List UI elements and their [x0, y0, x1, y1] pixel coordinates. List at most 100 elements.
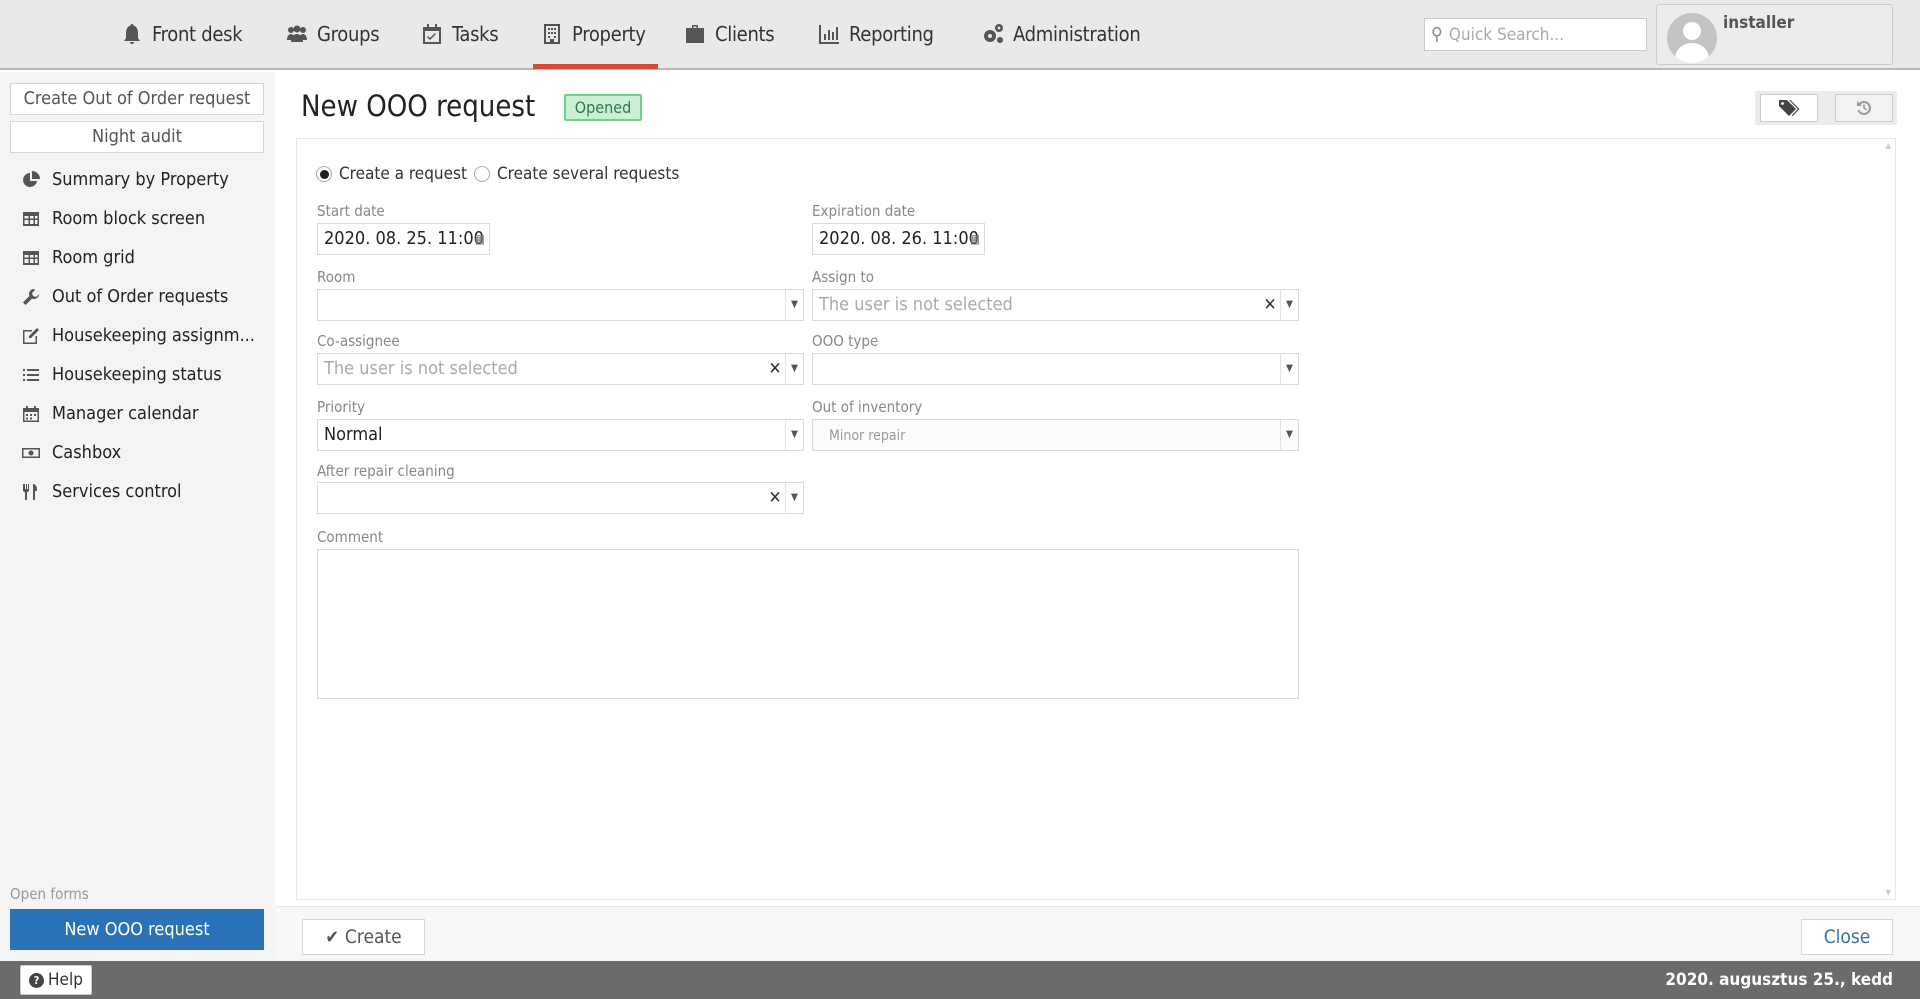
sidebar: Create Out of Order request Night audit … [0, 72, 275, 961]
radio-unchecked [474, 166, 490, 182]
edit-icon [23, 327, 39, 344]
tags-icon [1779, 100, 1800, 116]
calendar-check-icon [423, 24, 441, 44]
clear-icon[interactable]: ✕ [766, 483, 784, 513]
sidebar-item-cashbox[interactable]: Cashbox [22, 442, 121, 463]
history-icon [1857, 100, 1872, 115]
chevron-down-icon[interactable]: ▼ [785, 290, 803, 320]
table-icon [23, 250, 39, 265]
co-assignee-select[interactable]: The user is not selected ✕ ▼ [317, 353, 804, 385]
clear-icon[interactable]: ✕ [1261, 290, 1279, 320]
help-button[interactable]: ? Help [20, 965, 92, 995]
calendar-icon[interactable]: ▦ [475, 224, 485, 254]
close-button[interactable]: Close [1801, 919, 1893, 955]
create-button[interactable]: ✔ Create [302, 919, 425, 955]
search-placeholder: Quick Search... [1448, 24, 1565, 45]
room-select[interactable]: ▼ [317, 289, 804, 321]
sidebar-item-label: Housekeeping status [52, 364, 222, 385]
gears-icon [984, 24, 1003, 43]
after-repair-cleaning-select[interactable]: ✕ ▼ [317, 482, 804, 514]
header-toolbar [1755, 91, 1897, 125]
nav-reporting[interactable]: Reporting [817, 16, 934, 52]
nav-property[interactable]: Property [540, 16, 646, 52]
scroll-down-arrow[interactable]: ▼ [1885, 888, 1891, 897]
sidebar-item-label: Room block screen [52, 208, 206, 229]
chevron-down-icon[interactable]: ▼ [785, 420, 803, 450]
sidebar-item-label: Room grid [52, 247, 135, 268]
create-ooo-request-button[interactable]: Create Out of Order request [10, 83, 264, 115]
top-navigation-bar: Front desk Groups Tasks Property Clients… [0, 0, 1920, 70]
create-label: Create [344, 926, 402, 948]
nav-label: Reporting [849, 22, 934, 46]
sidebar-item-room-block-screen[interactable]: Room block screen [22, 208, 205, 229]
nav-label: Tasks [452, 22, 499, 46]
open-form-new-ooo-request[interactable]: New OOO request [10, 909, 264, 950]
expiration-date-label: Expiration date [812, 202, 916, 220]
nav-label: Front desk [152, 22, 243, 46]
radio-create-a-request[interactable]: Create a request [316, 164, 467, 184]
nav-clients[interactable]: Clients [683, 16, 775, 52]
sidebar-item-label: Out of Order requests [52, 286, 229, 307]
chevron-down-icon[interactable]: ▼ [1280, 290, 1298, 320]
clear-icon[interactable]: ✕ [766, 354, 784, 384]
sidebar-item-manager-calendar[interactable]: Manager calendar [22, 403, 199, 424]
expiration-date-input[interactable]: 2020. 08. 26. 11:00 ▦ [812, 223, 985, 255]
tags-button[interactable] [1760, 94, 1818, 122]
nav-label: Administration [1013, 22, 1141, 46]
ooo-type-label: OOO type [812, 332, 879, 350]
radio-label: Create several requests [497, 164, 680, 184]
nav-label: Property [572, 22, 646, 46]
history-button[interactable] [1835, 94, 1893, 122]
room-label: Room [317, 268, 356, 286]
scroll-up-arrow[interactable]: ▲ [1885, 141, 1891, 150]
start-date-label: Start date [317, 202, 385, 220]
bar-chart-icon [819, 25, 839, 44]
sidebar-item-summary-by-property[interactable]: Summary by Property [22, 169, 229, 190]
sidebar-item-room-grid[interactable]: Room grid [22, 247, 135, 268]
assign-to-select[interactable]: The user is not selected ✕ ▼ [812, 289, 1299, 321]
username: installer [1723, 13, 1795, 33]
users-icon [287, 25, 307, 42]
nav-front-desk[interactable]: Front desk [120, 16, 243, 52]
question-circle-icon: ? [29, 972, 45, 988]
night-audit-button[interactable]: Night audit [10, 121, 264, 153]
sidebar-item-housekeeping-status[interactable]: Housekeeping status [22, 364, 222, 385]
table-icon [23, 211, 39, 226]
chevron-down-icon[interactable]: ▼ [1280, 354, 1298, 384]
sidebar-item-housekeeping-assignment[interactable]: Housekeeping assignm... [22, 325, 255, 346]
chevron-down-icon[interactable]: ▼ [785, 483, 803, 513]
out-of-inventory-select[interactable]: Minor repair ▼ [812, 419, 1299, 451]
priority-select[interactable]: Normal ▼ [317, 419, 804, 451]
radio-create-several-requests[interactable]: Create several requests [474, 164, 679, 184]
quick-search-input[interactable]: ⚲ Quick Search... [1424, 18, 1647, 51]
money-icon [22, 447, 40, 458]
form-panel: ▲ ▼ [296, 138, 1896, 900]
avatar [1667, 13, 1717, 63]
building-icon [544, 24, 560, 44]
current-date: 2020. augusztus 25., kedd [1665, 970, 1893, 990]
expiration-date-value: 2020. 08. 26. 11:00 [819, 228, 979, 249]
nav-administration[interactable]: Administration [981, 16, 1141, 52]
priority-value: Normal [324, 424, 383, 445]
status-bar: ? Help 2020. augusztus 25., kedd [0, 961, 1920, 999]
sidebar-item-label: Cashbox [52, 442, 122, 463]
user-menu[interactable]: installer [1656, 4, 1893, 65]
chevron-down-icon[interactable]: ▼ [785, 354, 803, 384]
sidebar-item-services-control[interactable]: Services control [22, 481, 182, 502]
page-title: New OOO request [301, 89, 536, 123]
co-assignee-label: Co-assignee [317, 332, 400, 350]
after-repair-cleaning-label: After repair cleaning [317, 462, 455, 480]
sidebar-item-label: Housekeeping assignm... [52, 325, 255, 346]
ooo-type-select[interactable]: ▼ [812, 353, 1299, 385]
bell-icon [124, 24, 140, 44]
calendar-icon[interactable]: ▦ [970, 224, 980, 254]
start-date-input[interactable]: 2020. 08. 25. 11:00 ▦ [317, 223, 490, 255]
comment-textarea[interactable] [317, 549, 1299, 699]
nav-groups[interactable]: Groups [285, 16, 380, 52]
search-icon: ⚲ [1431, 24, 1443, 45]
nav-tasks[interactable]: Tasks [420, 16, 499, 52]
sidebar-item-label: Services control [52, 481, 182, 502]
out-of-inventory-value: Minor repair [829, 428, 906, 444]
sidebar-item-out-of-order-requests[interactable]: Out of Order requests [22, 286, 228, 307]
chevron-down-icon[interactable]: ▼ [1280, 420, 1298, 450]
